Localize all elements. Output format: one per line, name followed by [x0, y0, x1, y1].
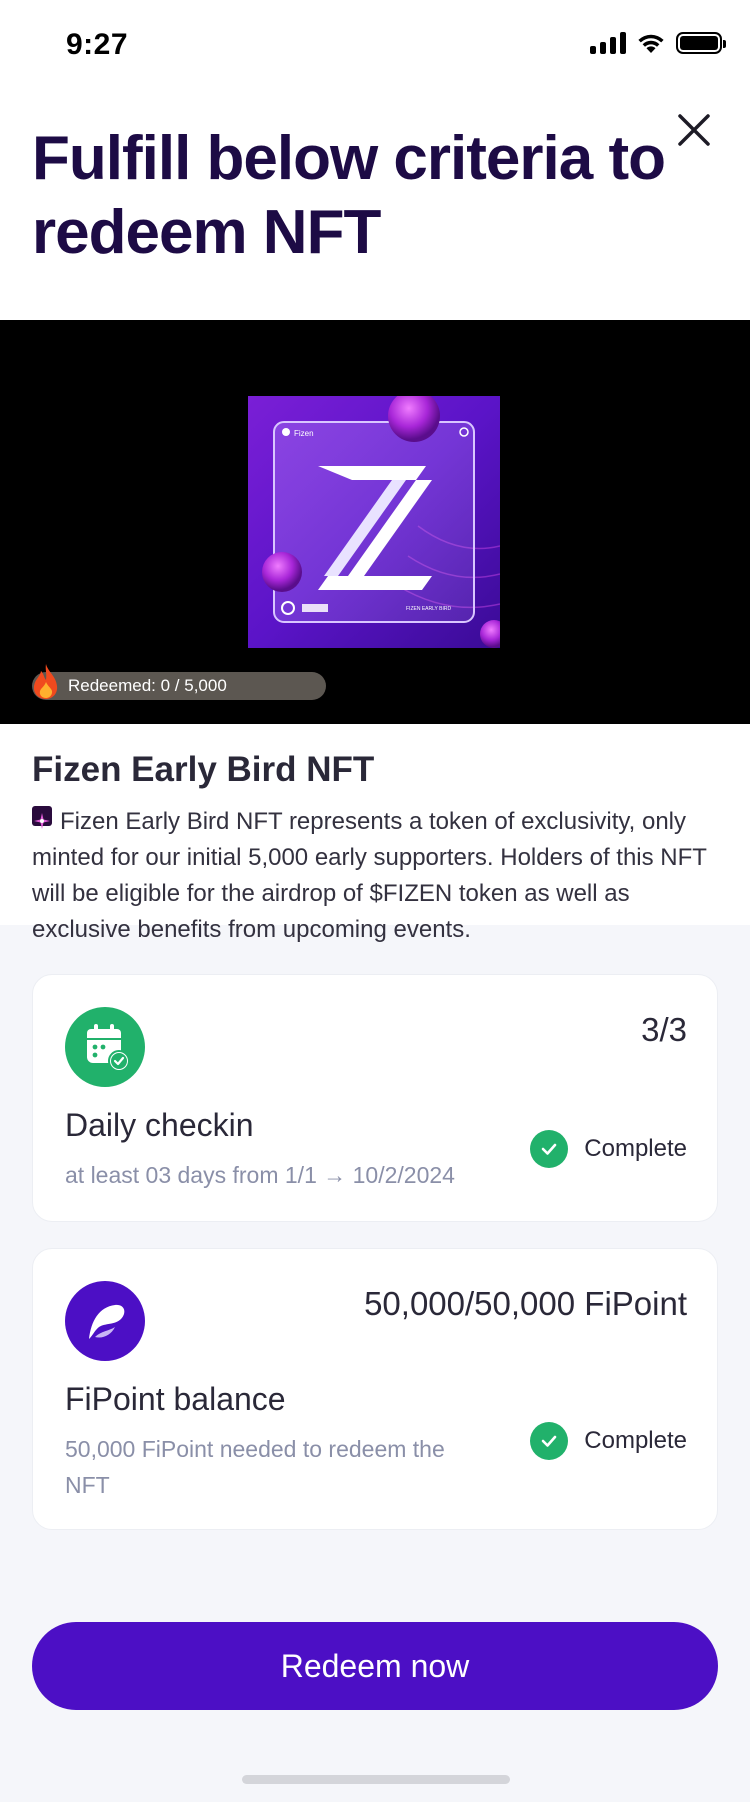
- close-button[interactable]: [670, 106, 718, 154]
- checkin-title: Daily checkin: [65, 1107, 254, 1143]
- nft-name: Fizen Early Bird NFT: [32, 750, 375, 789]
- art-caption-text: FIZEN EARLY BIRD: [406, 606, 451, 612]
- check-circle-icon: [530, 1422, 569, 1460]
- fipoint-progress: 50,000/50,000 FiPoint: [364, 1285, 687, 1322]
- fipoint-status-label: Complete: [584, 1427, 687, 1454]
- checkin-status-label: Complete: [584, 1135, 687, 1162]
- status-bar: 9:27: [0, 0, 750, 90]
- criteria-card-daily-checkin: 3/3 Daily checkin at least 03 days from …: [32, 974, 718, 1222]
- checkin-status: Complete: [530, 1130, 687, 1168]
- fipoint-status: Complete: [530, 1422, 687, 1460]
- cellular-signal-icon: [590, 32, 626, 54]
- redeem-now-button[interactable]: Redeem now: [32, 1622, 718, 1710]
- wifi-icon: [638, 34, 664, 53]
- nft-description-text: Fizen Early Bird NFT represents a token …: [32, 808, 707, 943]
- criteria-card-fipoint-balance: 50,000/50,000 FiPoint FiPoint balance 50…: [32, 1248, 718, 1530]
- home-indicator: [242, 1775, 510, 1784]
- status-icons: [590, 32, 726, 54]
- nft-hero: Fizen FIZEN EARLY BIRD Redeemed: 0 / 5,0…: [0, 320, 750, 724]
- page-title: Fulfill below criteria to redeem NFT: [32, 124, 666, 267]
- status-time: 9:27: [66, 28, 129, 61]
- close-icon: [678, 114, 710, 146]
- fipoint-title: FiPoint balance: [65, 1381, 286, 1417]
- nft-description: Fizen Early Bird NFT represents a token …: [32, 804, 722, 948]
- fire-icon: [33, 664, 58, 699]
- calendar-check-icon: [65, 1007, 145, 1087]
- check-circle-icon: [530, 1130, 569, 1168]
- fipoint-subtitle: 50,000 FiPoint needed to redeem the NFT: [65, 1436, 445, 1498]
- art-brand-text: Fizen: [294, 429, 314, 438]
- checkin-subtitle: at least 03 days from 1/1 → 10/2/2024: [65, 1162, 455, 1188]
- checkin-progress: 3/3: [641, 1011, 687, 1048]
- redeemed-counter: Redeemed: 0 / 5,000: [32, 672, 326, 700]
- battery-icon: [676, 32, 726, 54]
- fipoint-logo-icon: [65, 1281, 145, 1361]
- nft-artwork[interactable]: Fizen FIZEN EARLY BIRD: [248, 396, 500, 648]
- sparkle-icon: [32, 806, 52, 829]
